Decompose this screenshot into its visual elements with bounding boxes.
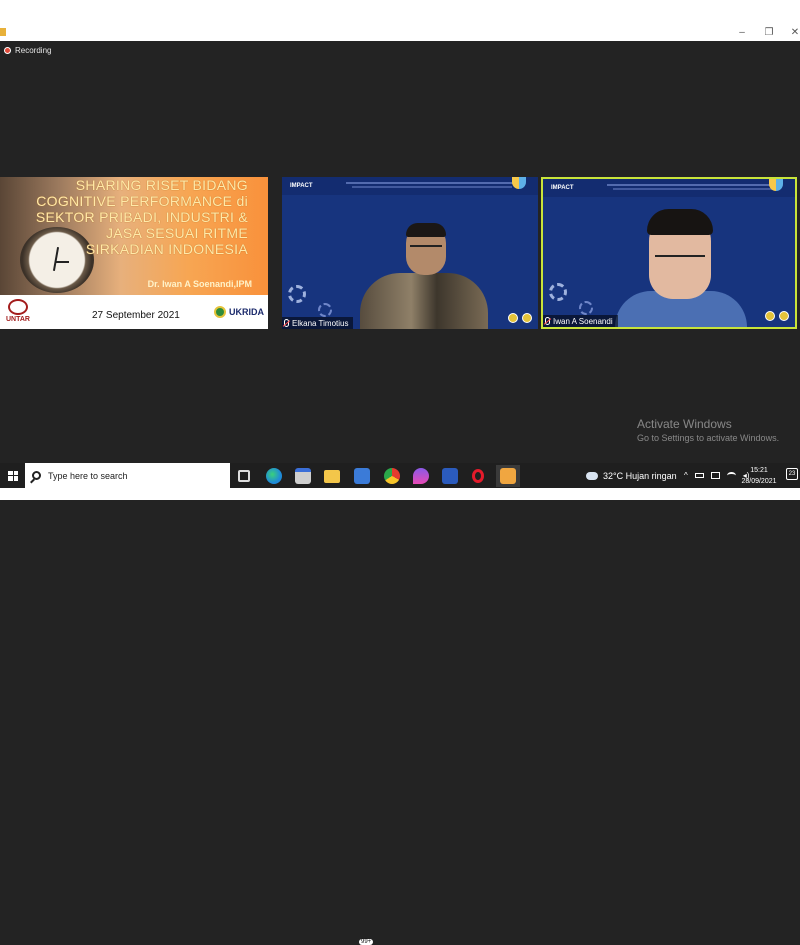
- banner-text-line: [613, 188, 773, 190]
- wifi-icon[interactable]: [726, 472, 736, 479]
- mic-muted-icon: [284, 319, 289, 327]
- banner-text-line: [352, 186, 512, 188]
- minimize-button[interactable]: –: [735, 27, 749, 39]
- task-view-icon[interactable]: [238, 470, 250, 482]
- recording-label: Recording: [15, 46, 52, 55]
- gear-icon: [549, 283, 567, 301]
- taskbar: Type here to search 99+ 32°C Hujan ringa…: [0, 463, 800, 945]
- participant-hair: [647, 209, 713, 235]
- banner-text-line: [607, 184, 777, 186]
- paint-icon[interactable]: [413, 468, 429, 484]
- notification-center-button[interactable]: 23: [786, 468, 798, 480]
- mail-icon[interactable]: [354, 468, 370, 484]
- activate-windows-watermark: Activate Windows Go to Settings to activ…: [637, 417, 779, 443]
- media-player-icon[interactable]: [500, 468, 516, 484]
- banner-corner-emblem: [769, 179, 783, 191]
- recording-indicator[interactable]: Recording: [4, 46, 51, 55]
- untar-mini-icon: [508, 313, 518, 323]
- activate-title: Activate Windows: [637, 417, 732, 431]
- participant-body: [360, 273, 488, 329]
- untar-logo: UNTAR: [6, 299, 30, 323]
- bottom-strip: [0, 488, 800, 500]
- mail-badge: 99+: [359, 939, 374, 945]
- untar-seal-icon: [7, 299, 28, 315]
- search-placeholder: Type here to search: [48, 470, 128, 481]
- slide-background-photo: SHARING RISET BIDANG COGNITIVE PERFORMAN…: [0, 177, 268, 295]
- ukrida-mini-icon: [522, 313, 532, 323]
- close-button[interactable]: ✕: [788, 27, 800, 39]
- untar-label: UNTAR: [6, 316, 30, 323]
- restore-button[interactable]: ❐: [762, 27, 776, 39]
- word-icon[interactable]: [442, 468, 458, 484]
- participant-name: Elkana Timotius: [292, 318, 349, 328]
- battery-icon[interactable]: [694, 473, 704, 478]
- active-speaker-video-tile[interactable]: IMPACT Iwan A Soenandi: [541, 177, 797, 329]
- app-icon: [0, 28, 6, 36]
- glasses: [410, 245, 442, 247]
- activate-subtitle: Go to Settings to activate Windows.: [637, 433, 780, 443]
- ukrida-mini-icon: [779, 311, 789, 321]
- banner-logo: IMPACT: [290, 183, 313, 189]
- gear-icon: [318, 303, 332, 317]
- ukrida-seal-icon: [214, 306, 226, 318]
- network-icon[interactable]: [710, 472, 720, 479]
- opera-icon[interactable]: [472, 469, 484, 483]
- chrome-icon[interactable]: [384, 468, 400, 484]
- taskbar-search-box[interactable]: Type here to search: [25, 463, 230, 488]
- weather-text: 32°C Hujan ringan: [603, 470, 677, 481]
- shared-screen-tile[interactable]: SHARING RISET BIDANG COGNITIVE PERFORMAN…: [0, 177, 268, 329]
- gear-icon: [288, 285, 306, 303]
- clock-time: 15:21: [750, 467, 768, 474]
- taskbar-clock[interactable]: 15:21 28/09/2021: [737, 465, 781, 487]
- virtual-background-banner: IMPACT: [282, 177, 538, 195]
- participant-hair: [406, 223, 446, 237]
- slide-author: Dr. Iwan A Soenandi,IPM: [147, 279, 252, 289]
- ukrida-logo: UKRIDA: [214, 306, 264, 318]
- participant-nametag: Iwan A Soenandi: [543, 315, 618, 327]
- record-icon: [4, 47, 11, 54]
- participant-video-tile[interactable]: IMPACT Elkana Timotius: [282, 177, 538, 329]
- chevron-up-icon[interactable]: ^: [684, 471, 688, 480]
- slide-footer: UNTAR 27 September 2021 UKRIDA: [0, 295, 268, 329]
- search-icon: [32, 471, 41, 480]
- weather-widget[interactable]: 32°C Hujan ringan: [586, 463, 677, 488]
- participant-name: Iwan A Soenandi: [553, 316, 613, 326]
- edge-browser-icon[interactable]: [266, 468, 282, 484]
- cloud-rain-icon: [586, 471, 598, 480]
- virtual-background-banner: IMPACT: [543, 179, 795, 197]
- partner-logos: [508, 313, 532, 323]
- windows-logo-icon: [8, 470, 18, 481]
- banner-logo: IMPACT: [551, 185, 574, 191]
- gear-icon: [579, 301, 593, 315]
- clock-hand: [55, 261, 69, 263]
- untar-mini-icon: [765, 311, 775, 321]
- file-explorer-icon[interactable]: [324, 470, 340, 483]
- mic-muted-icon: [545, 317, 550, 325]
- partner-logos: [765, 311, 789, 321]
- store-icon[interactable]: [295, 468, 311, 484]
- banner-text-line: [346, 182, 516, 184]
- start-button[interactable]: [0, 463, 26, 488]
- slide-title: SHARING RISET BIDANG COGNITIVE PERFORMAN…: [35, 177, 248, 257]
- ukrida-label: UKRIDA: [229, 307, 264, 317]
- participant-nametag: Elkana Timotius: [282, 317, 354, 329]
- clock-date: 28/09/2021: [741, 478, 777, 485]
- slide-date: 27 September 2021: [92, 310, 180, 321]
- glasses: [655, 255, 705, 257]
- banner-corner-emblem: [512, 177, 526, 189]
- title-bar: – ❐ ✕: [0, 0, 800, 41]
